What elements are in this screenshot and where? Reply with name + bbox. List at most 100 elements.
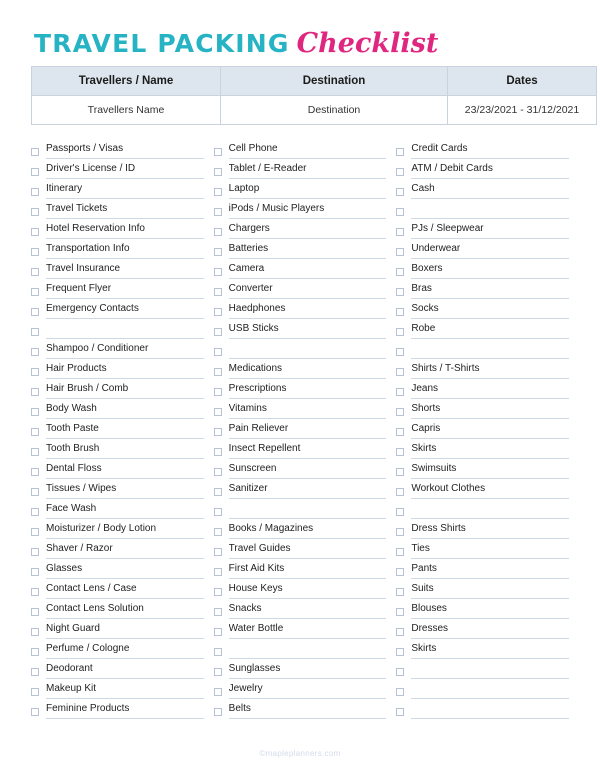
checklist-item[interactable]: Tooth Paste [31,419,204,439]
checklist-blank-row[interactable] [396,679,570,699]
checkbox-icon[interactable] [396,648,405,656]
checkbox-icon[interactable] [396,308,405,316]
checkbox-icon[interactable] [213,268,222,276]
checklist-item[interactable]: Dress Shirts [396,519,570,539]
checkbox-icon[interactable] [213,148,222,156]
checklist-item[interactable]: Night Guard [31,619,204,639]
checklist-item[interactable]: Socks [396,299,570,319]
checklist-item[interactable]: Vitamins [213,399,387,419]
checklist-item[interactable]: Tissues / Wipes [31,479,204,499]
checkbox-icon[interactable] [213,328,222,336]
checklist-item[interactable]: Batteries [213,239,387,259]
checklist-item[interactable]: Transportation Info [31,239,204,259]
checklist-item[interactable]: Hotel Reservation Info [31,219,204,239]
checklist-item[interactable]: Travel Insurance [31,259,204,279]
checklist-item[interactable]: Contact Lens Solution [31,599,204,619]
checklist-item[interactable]: USB Sticks [213,319,387,339]
checkbox-icon[interactable] [31,328,39,336]
checkbox-icon[interactable] [31,188,39,196]
checkbox-icon[interactable] [31,368,39,376]
checklist-item[interactable]: Shirts / T-Shirts [396,359,570,379]
checklist-item[interactable]: Jeans [396,379,570,399]
checklist-blank-row[interactable] [396,659,570,679]
checkbox-icon[interactable] [396,388,405,396]
checklist-item[interactable]: Medications [213,359,387,379]
checklist-item[interactable]: Robe [396,319,570,339]
checklist-blank-row[interactable] [31,319,204,339]
checklist-item[interactable]: Bras [396,279,570,299]
checklist-item[interactable]: ATM / Debit Cards [396,159,570,179]
checklist-item[interactable]: Credit Cards [396,139,570,159]
checklist-item[interactable]: Camera [213,259,387,279]
checkbox-icon[interactable] [31,648,39,656]
checklist-blank-row[interactable] [396,499,570,519]
checkbox-icon[interactable] [213,548,222,556]
checkbox-icon[interactable] [31,248,39,256]
checklist-blank-row[interactable] [213,639,387,659]
checklist-item[interactable]: Deodorant [31,659,204,679]
checklist-item[interactable]: First Aid Kits [213,559,387,579]
checkbox-icon[interactable] [396,208,405,216]
checkbox-icon[interactable] [213,168,222,176]
checklist-blank-row[interactable] [396,339,570,359]
checkbox-icon[interactable] [396,448,405,456]
checkbox-icon[interactable] [213,668,222,676]
checklist-blank-row[interactable] [396,199,570,219]
checklist-item[interactable]: Sunglasses [213,659,387,679]
checkbox-icon[interactable] [396,508,405,516]
checklist-item[interactable]: Pants [396,559,570,579]
checkbox-icon[interactable] [213,228,222,236]
checklist-item[interactable]: Dental Floss [31,459,204,479]
checkbox-icon[interactable] [213,708,222,716]
checkbox-icon[interactable] [213,388,222,396]
checklist-item[interactable]: Tooth Brush [31,439,204,459]
checklist-item[interactable]: Body Wash [31,399,204,419]
checklist-item[interactable]: Hair Brush / Comb [31,379,204,399]
checklist-item[interactable]: Passports / Visas [31,139,204,159]
checkbox-icon[interactable] [396,248,405,256]
checkbox-icon[interactable] [396,268,405,276]
checklist-item[interactable]: Travel Guides [213,539,387,559]
checkbox-icon[interactable] [213,308,222,316]
checkbox-icon[interactable] [31,588,39,596]
checklist-item[interactable]: Skirts [396,639,570,659]
checklist-item[interactable]: Hair Products [31,359,204,379]
checkbox-icon[interactable] [396,348,405,356]
checklist-item[interactable]: Chargers [213,219,387,239]
checkbox-icon[interactable] [213,648,222,656]
checklist-item[interactable]: Swimsuits [396,459,570,479]
checklist-item[interactable]: Blouses [396,599,570,619]
checkbox-icon[interactable] [213,528,222,536]
checklist-item[interactable]: Glasses [31,559,204,579]
checkbox-icon[interactable] [31,688,39,696]
checkbox-icon[interactable] [213,608,222,616]
checklist-item[interactable]: Pain Reliever [213,419,387,439]
checklist-item[interactable]: Laptop [213,179,387,199]
checkbox-icon[interactable] [213,488,222,496]
checkbox-icon[interactable] [396,528,405,536]
checkbox-icon[interactable] [213,588,222,596]
checklist-item[interactable]: PJs / Sleepwear [396,219,570,239]
checkbox-icon[interactable] [396,568,405,576]
checkbox-icon[interactable] [31,508,39,516]
checkbox-icon[interactable] [396,548,405,556]
checklist-item[interactable]: Cash [396,179,570,199]
checklist-blank-row[interactable] [213,499,387,519]
dates-field[interactable]: 23/23/2021 - 31/12/2021 [447,95,597,125]
checkbox-icon[interactable] [31,288,39,296]
checkbox-icon[interactable] [396,628,405,636]
checkbox-icon[interactable] [396,688,405,696]
checklist-item[interactable]: iPods / Music Players [213,199,387,219]
checkbox-icon[interactable] [213,368,222,376]
checklist-item[interactable]: Shampoo / Conditioner [31,339,204,359]
checkbox-icon[interactable] [213,208,222,216]
checkbox-icon[interactable] [31,208,39,216]
checkbox-icon[interactable] [396,228,405,236]
checkbox-icon[interactable] [31,448,39,456]
checkbox-icon[interactable] [396,368,405,376]
checkbox-icon[interactable] [213,348,222,356]
checklist-item[interactable]: Converter [213,279,387,299]
checkbox-icon[interactable] [396,148,405,156]
checkbox-icon[interactable] [396,668,405,676]
checklist-item[interactable]: Shaver / Razor [31,539,204,559]
